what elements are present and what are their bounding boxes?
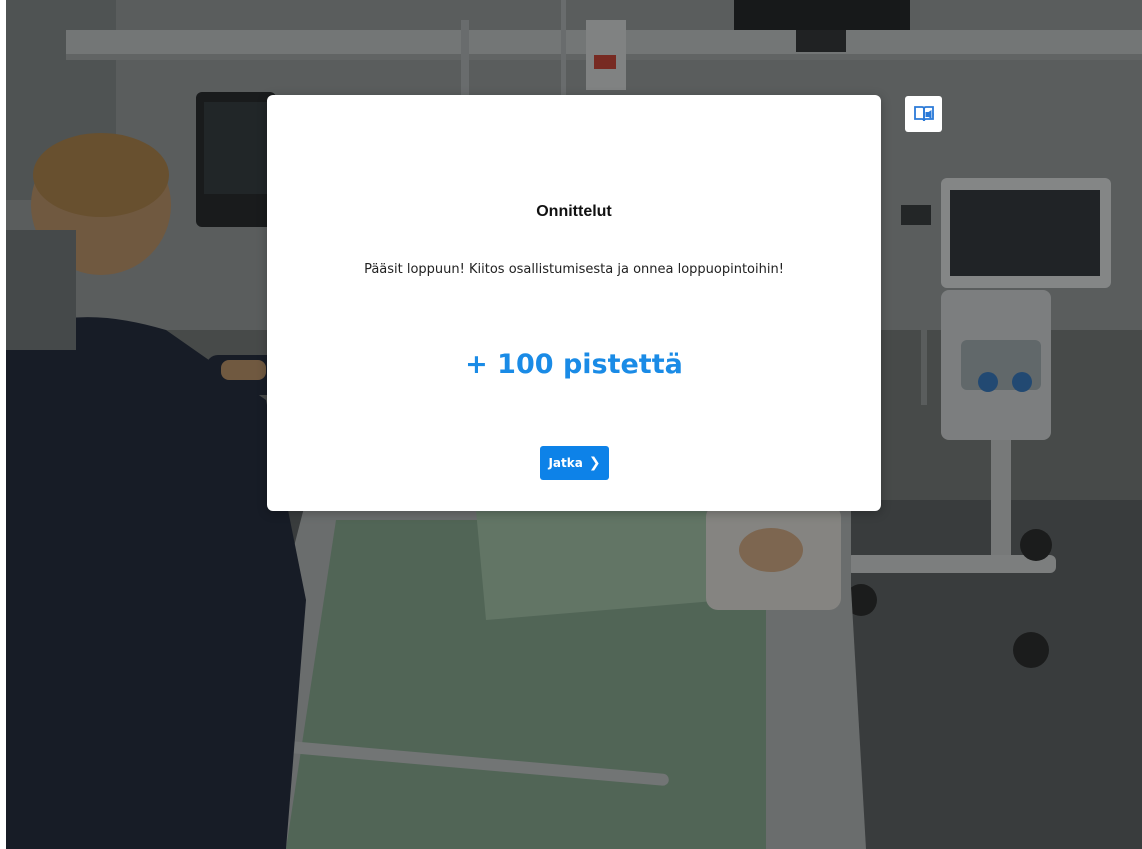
completion-dialog: Onnittelut Pääsit loppuun! Kiitos osalli… — [267, 95, 881, 511]
chevron-right-icon: ❯ — [588, 455, 601, 471]
background-scene: Onnittelut Pääsit loppuun! Kiitos osalli… — [6, 0, 1142, 849]
immersive-reader-button[interactable] — [905, 96, 942, 132]
dialog-title: Onnittelut — [536, 203, 612, 220]
dialog-message: Pääsit loppuun! Kiitos osallistumisesta … — [364, 262, 784, 277]
immersive-reader-icon — [913, 106, 934, 122]
continue-button[interactable]: Jatka ❯ — [540, 446, 609, 480]
points-award: + 100 pistettä — [465, 349, 683, 380]
continue-button-label: Jatka — [548, 456, 583, 470]
